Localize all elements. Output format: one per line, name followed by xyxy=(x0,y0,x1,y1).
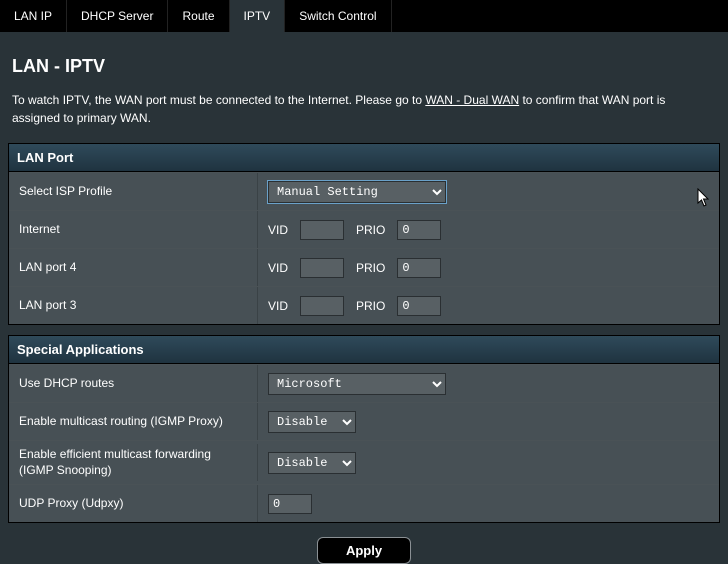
page-description: To watch IPTV, the WAN port must be conn… xyxy=(8,91,720,143)
wan-dual-wan-link[interactable]: WAN - Dual WAN xyxy=(425,93,519,107)
row-igmp-proxy: Enable multicast routing (IGMP Proxy) Di… xyxy=(9,402,719,440)
lan3-vid-input[interactable] xyxy=(300,296,344,316)
lan-port-panel: LAN Port Select ISP Profile Manual Setti… xyxy=(8,143,720,325)
lan4-prio-input[interactable] xyxy=(397,258,441,278)
prio-label: PRIO xyxy=(356,299,385,313)
apply-wrap: Apply xyxy=(8,533,720,564)
special-apps-panel: Special Applications Use DHCP routes Mic… xyxy=(8,335,720,523)
internet-vid-input[interactable] xyxy=(300,220,344,240)
page-title: LAN - IPTV xyxy=(8,38,720,91)
udpxy-input[interactable] xyxy=(268,494,312,514)
special-apps-header: Special Applications xyxy=(9,336,719,364)
tab-dhcp-server[interactable]: DHCP Server xyxy=(67,0,168,32)
lan-port-4-label: LAN port 4 xyxy=(9,254,257,282)
row-udpxy: UDP Proxy (Udpxy) xyxy=(9,484,719,522)
lan4-vid-input[interactable] xyxy=(300,258,344,278)
select-isp-profile[interactable]: Manual Setting xyxy=(268,181,446,203)
tab-iptv[interactable]: IPTV xyxy=(230,0,286,32)
apply-button[interactable]: Apply xyxy=(317,537,411,564)
lan-port-header: LAN Port xyxy=(9,144,719,172)
lan3-prio-input[interactable] xyxy=(397,296,441,316)
igmp-proxy-select[interactable]: Disable xyxy=(268,411,356,433)
udpxy-label: UDP Proxy (Udpxy) xyxy=(9,490,257,518)
select-isp-label: Select ISP Profile xyxy=(9,178,257,206)
row-igmp-snooping: Enable efficient multicast forwarding (I… xyxy=(9,440,719,484)
desc-pre: To watch IPTV, the WAN port must be conn… xyxy=(12,93,425,107)
tab-bar: LAN IP DHCP Server Route IPTV Switch Con… xyxy=(0,0,728,32)
igmp-snoop-select[interactable]: Disable xyxy=(268,452,356,474)
vid-label: VID xyxy=(268,299,288,313)
igmp-snoop-label: Enable efficient multicast forwarding (I… xyxy=(9,441,257,484)
dhcp-routes-label: Use DHCP routes xyxy=(9,370,257,398)
row-dhcp-routes: Use DHCP routes Microsoft xyxy=(9,364,719,402)
tab-switch-control[interactable]: Switch Control xyxy=(285,0,391,32)
vid-label: VID xyxy=(268,223,288,237)
internet-label: Internet xyxy=(9,216,257,244)
lan-port-3-label: LAN port 3 xyxy=(9,292,257,320)
igmp-proxy-label: Enable multicast routing (IGMP Proxy) xyxy=(9,408,257,436)
dhcp-routes-select[interactable]: Microsoft xyxy=(268,373,446,395)
vid-label: VID xyxy=(268,261,288,275)
tab-route[interactable]: Route xyxy=(168,0,229,32)
row-lan-port-3: LAN port 3 VID PRIO xyxy=(9,286,719,324)
row-lan-port-4: LAN port 4 VID PRIO xyxy=(9,248,719,286)
prio-label: PRIO xyxy=(356,223,385,237)
tab-lan-ip[interactable]: LAN IP xyxy=(0,0,67,32)
internet-prio-input[interactable] xyxy=(397,220,441,240)
prio-label: PRIO xyxy=(356,261,385,275)
row-select-isp: Select ISP Profile Manual Setting xyxy=(9,172,719,210)
row-internet: Internet VID PRIO xyxy=(9,210,719,248)
